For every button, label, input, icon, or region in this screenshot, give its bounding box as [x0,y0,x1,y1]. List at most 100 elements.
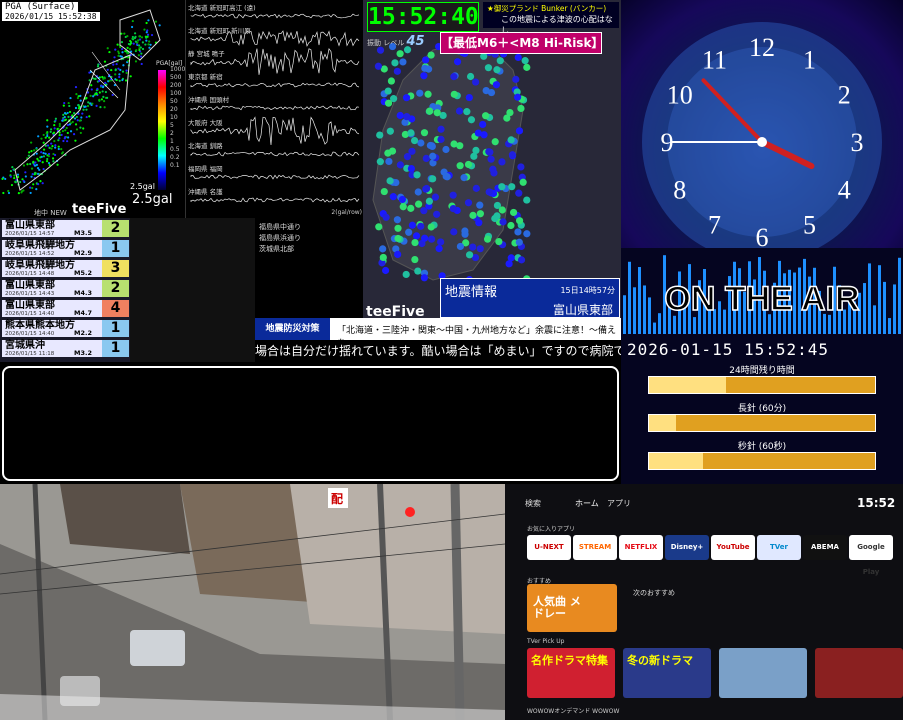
intensity-station-dot [453,58,462,66]
pga-station-dot [116,43,119,46]
pga-station-dot [31,186,34,190]
pga-station-dot [137,54,140,57]
pga-station-dot [149,43,152,46]
intensity-station-dot [399,203,407,211]
pga-station-dot [114,69,117,72]
pga-station-dot [96,87,99,90]
tv-recommend-tile[interactable]: 人気曲 メドレー [527,584,617,632]
pga-station-dot [95,92,98,96]
pga-station-dot [10,183,14,187]
pga-station-dot [91,102,94,105]
tv-tver-tile[interactable]: 名作ドラマ特集 [527,648,615,698]
intensity-station-dot [515,189,523,197]
intensity-station-dot [464,199,473,207]
intensity-station-dot [508,151,517,159]
pga-station-dot [34,161,37,164]
station-label: 北海道 新冠町 新川原 [188,27,251,35]
intensity-station-dot [411,255,419,264]
digital-clock: 15:52:40 [367,2,479,32]
pga-station-dot [108,50,111,54]
pga-station-dot [57,147,60,151]
eq-time: 2026/01/15 14:43 [5,291,55,297]
tv-nav-home[interactable]: ホーム [575,498,599,509]
pga-station-dot [138,48,141,52]
tv-app-tile[interactable]: Google Play [849,535,893,576]
clock-numeral: 5 [803,210,816,239]
pga-station-dot [103,60,107,63]
pga-station-dot [9,175,12,178]
pga-station-dot [40,137,43,140]
pga-station-dot [60,133,63,137]
seismograph-trace [190,13,360,19]
seismograph-trace [190,151,360,157]
intensity-station-dot [408,147,416,155]
tv-app-tile[interactable]: Disney+ [665,535,709,560]
tv-app-tile[interactable]: NETFLIX [619,535,663,560]
pga-station-dot [111,93,114,97]
pga-station-dot [66,123,70,127]
risk-badge: 【最低M6＋<M8 Hi-Risk】 [440,32,603,54]
pga-station-dot [148,40,151,43]
pga-station-dot [39,180,42,183]
street-camera-feed: 配 [0,484,505,720]
intensity-station-dot [384,87,392,95]
pga-station-dot [13,174,16,177]
pga-station-dot [147,19,150,22]
tv-nav-search[interactable]: 検索 [525,498,541,509]
pga-station-dot [56,127,59,131]
pga-station-dot [132,38,135,41]
pga-station-dot [41,161,44,164]
pga-station-dot [123,32,126,35]
tv-tver-tile[interactable] [719,648,807,698]
intensity-station-dot [414,188,422,196]
intensity-station-dot [420,129,429,137]
pga-station-dot [46,125,49,128]
tv-tver-tile[interactable]: 冬の新ドラマ [623,648,711,698]
intensity-station-dot [427,223,435,231]
intensity-station-dot [455,107,464,115]
shake-level-label: 振動 レベル [367,39,405,47]
pga-station-dot [117,67,120,70]
scale-label: 1 [170,138,174,145]
pga-station-dot [133,32,137,35]
scale-label: 20 [170,106,178,113]
pga-station-dot [40,151,43,154]
eq-magnitude: M3.2 [74,349,92,357]
pga-station-dot [134,60,138,63]
equalizer-bar [653,322,656,334]
pga-station-dot [33,164,37,167]
pga-station-dot [35,148,38,151]
tv-tver-tile[interactable] [815,648,903,698]
intensity-station-dot [388,147,397,155]
tv-app-tile[interactable]: YouTube [711,535,755,560]
pga-station-dot [72,133,76,136]
intensity-station-dot [472,78,480,86]
tv-app-tile[interactable]: U-NEXT [527,535,571,560]
intensity-station-dot [463,108,471,116]
intensity-station-dot [424,90,432,98]
region-item: 茨城県北部 [259,245,294,253]
pga-station-dot [64,118,67,121]
pga-station-dot [42,133,45,137]
tv-app-tile[interactable]: TVer [757,535,801,560]
pga-station-dot [148,46,151,49]
equalizer-bar [638,267,641,334]
tv-app-tile[interactable]: ABEMA [803,535,847,560]
tv-app-tile[interactable]: STREAM [573,535,617,560]
station-label: 静 宮城 鳴子 [188,50,225,58]
pga-station-dot [50,147,53,150]
tv-nav-apps[interactable]: アプリ [607,498,631,509]
intensity-station-dot [465,93,473,102]
pga-small-gal: 2.5gal [130,182,155,191]
scale-label: 200 [170,82,182,89]
pga-station-dot [103,106,106,109]
pga-station-dot [4,177,7,181]
progress-fill [649,377,726,393]
pga-station-dot [140,62,143,66]
intensity-station-dot [422,56,430,64]
intensity-station-dot [495,237,503,246]
pga-station-dot [118,79,121,82]
eq-info-region: 富山県東部 [552,303,613,317]
pga-station-dot [125,71,128,75]
scale-label: 1000 [170,66,185,73]
